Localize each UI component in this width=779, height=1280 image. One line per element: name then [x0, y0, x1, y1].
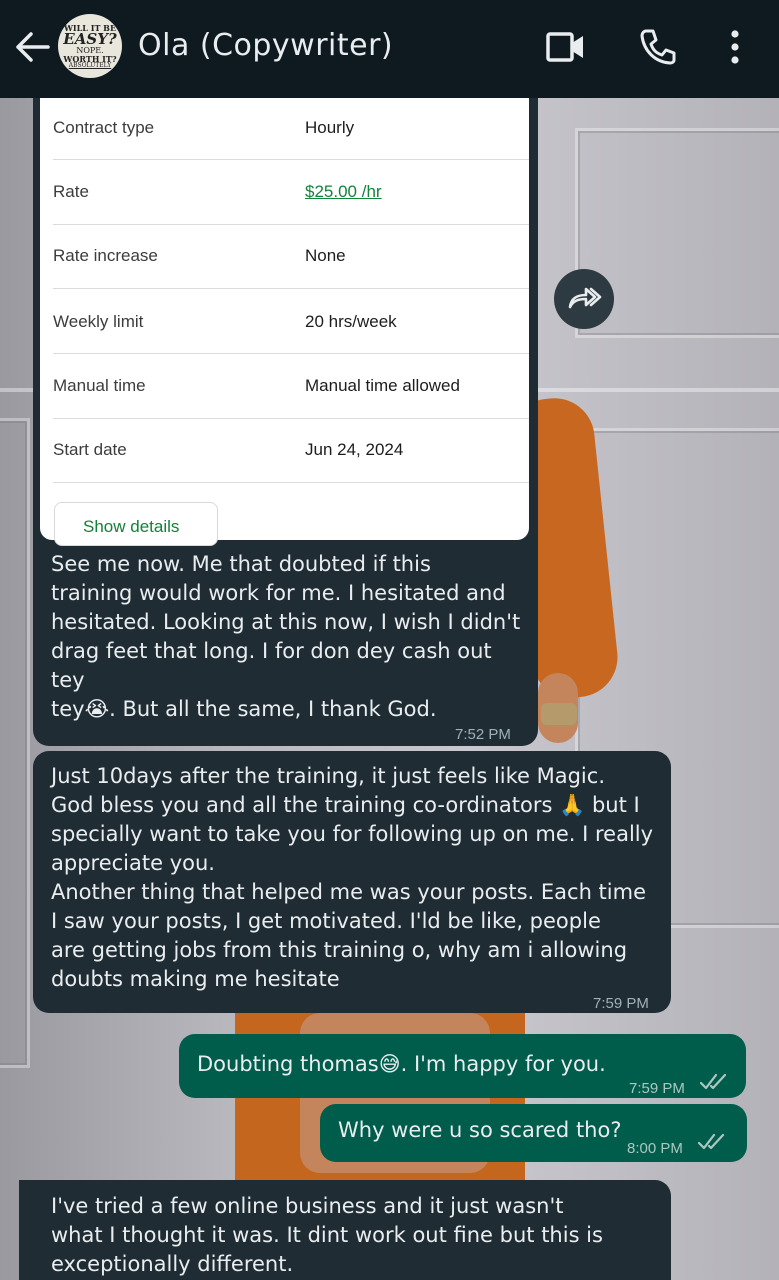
contract-screenshot-image[interactable]: Contract type Hourly Rate $25.00 /hr Rat…	[40, 98, 529, 546]
read-receipt-icon	[699, 1071, 731, 1100]
forward-icon[interactable]	[554, 269, 614, 329]
contract-label: Manual time	[53, 376, 146, 395]
divider	[53, 159, 529, 160]
message-text: Why were u so scared tho?	[338, 1118, 622, 1142]
contract-value: Manual time allowed	[305, 376, 460, 395]
contact-name[interactable]: Ola (Copywriter)	[138, 28, 393, 63]
show-details-button[interactable]: Show details	[54, 502, 218, 546]
contract-row: Weekly limit 20 hrs/week	[40, 292, 529, 356]
divider	[53, 353, 529, 354]
rate-link[interactable]: $25.00 /hr	[305, 182, 382, 202]
message-bubble-outgoing[interactable]: Doubting thomas😅. I'm happy for you. 7:5…	[179, 1034, 746, 1098]
contact-avatar[interactable]: WILL IT BE EASY? NOPE. WORTH IT? ABSOLUT…	[58, 14, 122, 78]
contract-row: Rate $25.00 /hr	[40, 162, 529, 226]
avatar-text: EASY?	[63, 29, 117, 48]
divider	[53, 418, 529, 419]
read-receipt-icon	[697, 1131, 729, 1160]
contract-label: Weekly limit	[53, 312, 144, 331]
chat-header: WILL IT BE EASY? NOPE. WORTH IT? ABSOLUT…	[0, 0, 779, 98]
message-text: Just 10days after the training, it just …	[51, 764, 654, 991]
message-text: I've tried a few online business and it …	[51, 1194, 603, 1276]
message-text: Doubting thomas😅. I'm happy for you.	[197, 1052, 606, 1076]
contract-label: Start date	[53, 440, 127, 459]
wall-panel	[0, 418, 30, 1068]
message-time: 7:52 PM	[455, 726, 511, 743]
divider	[53, 482, 529, 483]
message-time: 8:00 PM	[627, 1140, 683, 1157]
message-time: 7:59 PM	[593, 995, 649, 1012]
contract-label: Contract type	[53, 118, 155, 137]
contract-value: None	[305, 246, 346, 265]
contract-value: Hourly	[305, 118, 355, 137]
message-bubble-outgoing[interactable]: Why were u so scared tho? 8:00 PM	[320, 1104, 747, 1162]
contract-row: Manual time Manual time allowed	[40, 356, 529, 420]
video-call-icon[interactable]	[546, 31, 586, 68]
contract-value: 20 hrs/week	[305, 312, 397, 331]
contract-value: Jun 24, 2024	[305, 440, 404, 459]
contract-row: Contract type Hourly	[40, 98, 529, 162]
contract-label: Rate increase	[53, 246, 158, 265]
divider	[53, 224, 529, 225]
divider	[53, 288, 529, 289]
contract-row: Start date Jun 24, 2024	[40, 420, 529, 484]
message-time: 7:59 PM	[629, 1080, 685, 1097]
message-bubble-incoming[interactable]: I've tried a few online business and it …	[19, 1180, 671, 1280]
avatar-text: ABSOLUTELY	[68, 61, 112, 69]
back-arrow-icon[interactable]	[14, 30, 50, 64]
phone-icon[interactable]	[638, 27, 678, 72]
wristwatch	[541, 703, 577, 725]
message-text: See me now. Me that doubted if this trai…	[51, 552, 521, 721]
more-vert-icon[interactable]	[728, 29, 742, 70]
message-bubble-incoming[interactable]: Just 10days after the training, it just …	[33, 751, 671, 1013]
contract-label: Rate	[53, 182, 89, 201]
contract-row: Rate increase None	[40, 226, 529, 290]
